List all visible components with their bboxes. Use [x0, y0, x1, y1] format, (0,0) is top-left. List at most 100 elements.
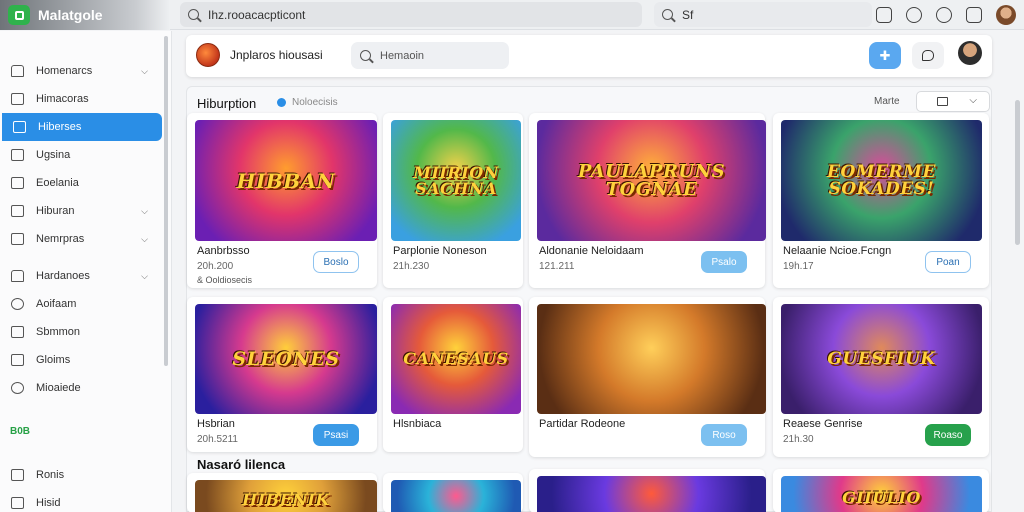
game-name: Reaese Genrise	[783, 418, 863, 430]
brand-name: Malatgole	[38, 7, 103, 23]
game-card[interactable]: SLEONES Hsbrian 20h.5211 Psasi	[187, 297, 377, 452]
game-meta: 20h.5211	[197, 434, 238, 445]
chevron-down-icon[interactable]: ⌵	[141, 206, 148, 217]
play-button[interactable]: Psalo	[701, 251, 747, 273]
game-thumbnail[interactable]: GIIULIO	[781, 476, 982, 512]
thumbnail-title: GUESFIUK	[827, 348, 936, 369]
game-card[interactable]: MIIRION SACHNA Parplonie Noneson 21h.230	[383, 113, 523, 288]
sidebar-item[interactable]: Hiburan ⌵	[0, 197, 160, 225]
sidebar-item[interactable]: Mioaiede	[0, 374, 160, 402]
game-card[interactable]: EOMERME SOKADES! Nelaanie Ncioe.Fcngn 19h.…	[773, 113, 989, 288]
sidebar-item[interactable]: Himacoras	[0, 85, 160, 113]
thumbnail-title: SLEONES	[232, 347, 340, 370]
game-meta: 20h.200	[197, 261, 234, 272]
profile-icon[interactable]	[906, 7, 922, 23]
sidebar-item[interactable]: Hisid	[0, 489, 160, 512]
sidebar-item[interactable]: Aoifaam	[0, 290, 160, 318]
game-card[interactable]: GIIULIO	[773, 469, 989, 512]
play-button[interactable]: Poan	[925, 251, 971, 273]
sidebar-item[interactable]: Homenarcs ⌵	[0, 57, 160, 85]
share-icon	[11, 497, 24, 509]
game-name: Aldonanie Neloidaam	[539, 245, 644, 257]
address-bar[interactable]: Ihz.rooacacpticont	[180, 2, 642, 27]
thumbnail-title: CANESAUS	[403, 349, 509, 368]
brand[interactable]: Malatgole	[0, 0, 170, 30]
game-thumbnail[interactable]: EOMERME SOKADES!	[781, 120, 982, 241]
sidebar-item-label: Ugsina	[36, 149, 71, 161]
plus-icon: ✚	[879, 47, 891, 63]
grid-icon[interactable]	[876, 7, 892, 23]
sidebar-item[interactable]: Sbmmon	[0, 318, 160, 346]
thumbnail-title: HIBENIK	[242, 490, 330, 509]
thumbnail-title: GIIULIO	[842, 488, 921, 507]
game-meta: 21h.230	[393, 261, 430, 272]
sidebar-item[interactable]: Hardanoes ⌵	[0, 262, 160, 290]
sidebar-item-label: Hiburan	[36, 205, 75, 217]
game-thumbnail[interactable]: SLEONES	[195, 304, 377, 414]
search-icon	[188, 9, 199, 20]
chevron-down-icon[interactable]: ⌵	[141, 234, 148, 245]
game-thumbnail[interactable]: CANESAUS	[391, 304, 521, 414]
sidebar-item[interactable]: Gloims	[0, 346, 160, 374]
message-icon[interactable]	[966, 7, 982, 23]
sidebar-item[interactable]: Eoelania	[0, 169, 160, 197]
game-card[interactable]	[383, 473, 523, 512]
game-name: Partidar Rodeone	[539, 418, 626, 430]
chevron-down-icon: ⌵	[969, 95, 977, 106]
game-card[interactable]: PAULAPRUNS TOGNAE Aldonanie Neloidaam 121.…	[529, 113, 766, 288]
page-title: Jnplaros hiousasi	[230, 48, 323, 62]
game-thumbnail[interactable]: GUESFIUK	[781, 304, 982, 414]
top-bar: Malatgole Ihz.rooacacpticont Sf	[0, 0, 1024, 30]
game-card[interactable]	[529, 469, 766, 512]
user-icon	[11, 298, 24, 310]
top-search-input[interactable]: Sf	[654, 2, 872, 27]
game-thumbnail[interactable]: HIBBAN	[195, 120, 377, 241]
header-card: Jnplaros hiousasi Hemaoin ✚	[186, 35, 992, 77]
add-button[interactable]: ✚	[869, 42, 901, 69]
sidebar-item-label: Nemrpras	[36, 233, 85, 245]
sidebar-item[interactable]: Hiberses	[2, 113, 162, 141]
section-title: Hiburption	[197, 96, 257, 111]
page-scrollbar[interactable]	[1015, 100, 1020, 245]
header-avatar[interactable]	[958, 41, 982, 65]
game-thumbnail[interactable]	[391, 480, 521, 512]
game-name: Parplonie Noneson	[393, 245, 487, 257]
game-subtitle: & Ooldiosecis	[197, 275, 253, 285]
play-button[interactable]: Psasi	[313, 424, 359, 446]
sidebar-item[interactable]: Nemrpras ⌵	[0, 225, 160, 253]
game-thumbnail[interactable]: MIIRION SACHNA	[391, 120, 521, 241]
game-thumbnail[interactable]	[537, 476, 766, 512]
sidebar-item-label: Gloims	[36, 354, 71, 366]
play-button[interactable]: Boslo	[313, 251, 359, 273]
sidebar-scrollbar[interactable]	[164, 36, 168, 366]
play-button[interactable]: Roso	[701, 424, 747, 446]
chat-button[interactable]	[912, 42, 944, 69]
header-search-placeholder: Hemaoin	[380, 49, 425, 62]
game-thumbnail[interactable]: PAULAPRUNS TOGNAE	[537, 120, 766, 241]
settings-icon[interactable]	[936, 7, 952, 23]
game-name: Hsbrian	[197, 418, 235, 430]
sidebar-item-label: Ronis	[36, 469, 65, 481]
game-card[interactable]: HIBBAN Aanbrbsso 20h.200 & Ooldiosecis Boslo	[187, 113, 377, 288]
play-button[interactable]: Roaso	[925, 424, 971, 446]
top-search-text: Sf	[682, 7, 694, 22]
sort-select[interactable]: ⌵	[916, 91, 990, 112]
chevron-down-icon[interactable]: ⌵	[141, 271, 148, 282]
game-card[interactable]: GUESFIUK Reaese Genrise 21h.30 Roaso	[773, 297, 989, 457]
list-icon	[11, 177, 24, 189]
app-logo-icon	[8, 5, 30, 25]
game-card[interactable]: CANESAUS Hlsnbiaca	[383, 297, 523, 452]
folder-icon	[13, 121, 26, 133]
user-avatar[interactable]	[996, 5, 1016, 25]
header-search-input[interactable]: Hemaoin	[351, 42, 509, 69]
chevron-down-icon[interactable]: ⌵	[141, 66, 148, 77]
game-card[interactable]: HIBENIK	[187, 473, 377, 512]
top-icon-group	[876, 0, 1024, 30]
game-card[interactable]: Partidar Rodeone Roso	[529, 297, 766, 457]
search-icon	[662, 9, 673, 20]
sidebar-item[interactable]: Ugsina	[0, 141, 160, 169]
game-thumbnail[interactable]: HIBENIK	[195, 480, 377, 512]
sidebar-item[interactable]: Ronis	[0, 461, 160, 489]
game-thumbnail[interactable]	[537, 304, 766, 414]
game-meta: 19h.17	[783, 261, 814, 272]
